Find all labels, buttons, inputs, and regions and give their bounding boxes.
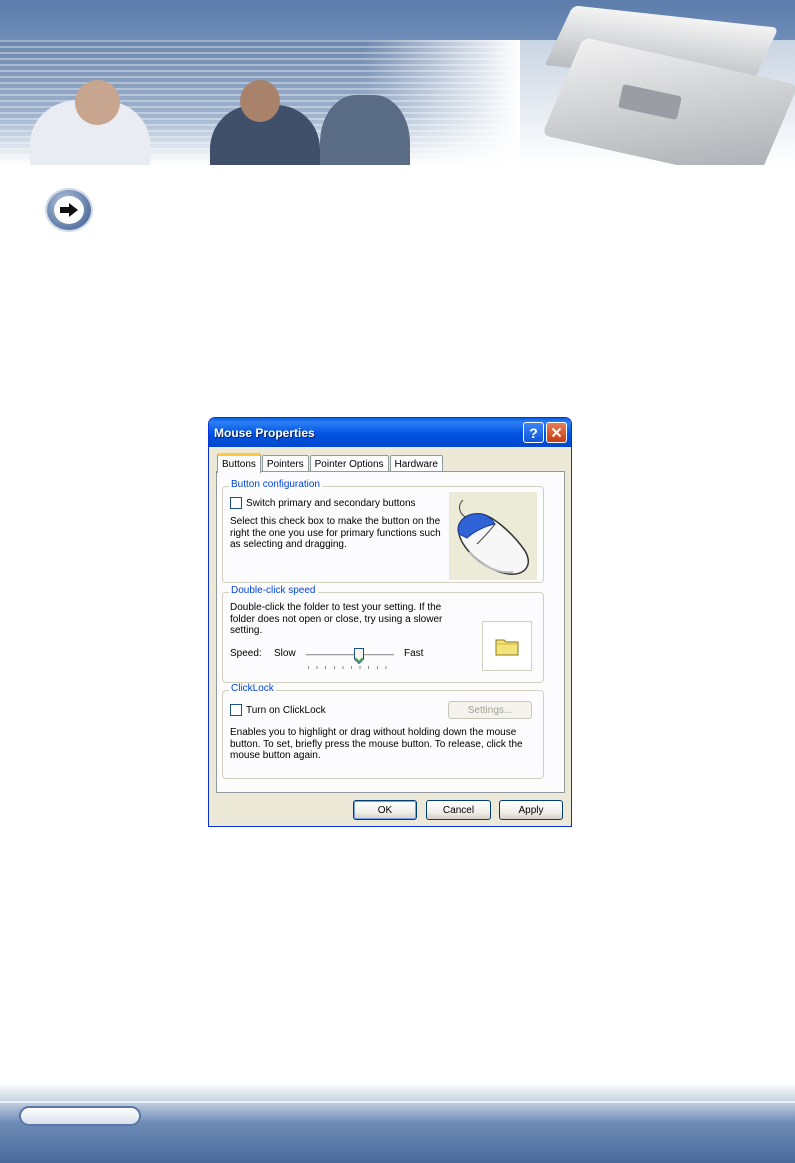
tab-pointer-options[interactable]: Pointer Options <box>309 455 389 472</box>
arrow-bullet-inner <box>54 196 84 224</box>
checkbox-label: Switch primary and secondary buttons <box>246 497 416 509</box>
switch-buttons-checkbox-row[interactable]: Switch primary and secondary buttons <box>230 497 416 509</box>
folder-icon[interactable] <box>495 637 519 656</box>
mouse-illustration <box>449 492 537 580</box>
mouse-icon <box>457 499 529 575</box>
cancel-button[interactable]: Cancel <box>426 800 491 820</box>
arrow-bullet-icon <box>45 188 93 232</box>
apply-button[interactable]: Apply <box>499 800 563 820</box>
description-line: mouse button again. <box>230 750 321 761</box>
footer-pill-decoration <box>19 1106 141 1126</box>
clicklock-checkbox[interactable] <box>230 704 242 716</box>
description-line: as selecting and dragging. <box>230 539 347 550</box>
fast-label: Fast <box>404 648 424 659</box>
tab-strip: Buttons Pointers Pointer Options Hardwar… <box>217 452 444 473</box>
speed-slider-thumb[interactable] <box>353 648 364 664</box>
test-folder-area[interactable] <box>482 621 532 671</box>
tab-buttons[interactable]: Buttons <box>217 453 261 473</box>
settings-button[interactable]: Settings... <box>448 701 532 719</box>
person-figure <box>320 95 410 165</box>
help-icon: ? <box>529 424 538 441</box>
double-click-speed-group: Double-click speed Double-click the fold… <box>222 585 544 683</box>
page-header-banner <box>0 0 795 165</box>
clicklock-description: Enables you to highlight or drag without… <box>230 727 540 762</box>
footer-highlight-line <box>0 1101 795 1103</box>
button-configuration-group: Button configuration Switch primary and … <box>222 479 544 583</box>
description-line: button. To set, briefly press the mouse … <box>230 738 523 750</box>
tab-hardware[interactable]: Hardware <box>389 455 443 472</box>
group-title: ClickLock <box>229 683 276 694</box>
dialog-title: Mouse Properties <box>214 425 315 440</box>
ok-button[interactable]: OK <box>353 800 417 820</box>
description-line: right the one you use for primary functi… <box>230 527 441 539</box>
laptop-image <box>541 5 795 165</box>
person-figure <box>75 80 120 125</box>
group-title: Button configuration <box>229 479 322 490</box>
button-configuration-description: Select this check box to make the button… <box>230 516 445 551</box>
speed-slider-ticks <box>308 666 394 669</box>
description-line: Double-click the folder to test your set… <box>230 602 442 613</box>
tab-pointers[interactable]: Pointers <box>261 455 309 472</box>
description-line: setting. <box>230 625 263 636</box>
arrow-right-icon <box>60 203 78 217</box>
mouse-properties-dialog: Mouse Properties ? Buttons Pointers Poin… <box>208 417 572 827</box>
page-footer-band <box>0 1083 795 1163</box>
description-line: folder does not open or close, try using… <box>230 613 443 625</box>
clicklock-group: ClickLock Turn on ClickLock Settings... … <box>222 683 544 779</box>
office-people-photo <box>0 40 520 165</box>
slow-label: Slow <box>274 648 296 659</box>
description-line: Select this check box to make the button… <box>230 516 441 527</box>
help-button[interactable]: ? <box>523 422 544 443</box>
double-click-description: Double-click the folder to test your set… <box>230 602 470 637</box>
group-title: Double-click speed <box>229 585 318 596</box>
clicklock-checkbox-row[interactable]: Turn on ClickLock <box>230 704 326 716</box>
description-line: Enables you to highlight or drag without… <box>230 727 517 738</box>
close-icon <box>551 427 562 438</box>
double-click-speed-slider-area: Speed: Slow Fast <box>230 646 430 674</box>
dialog-titlebar[interactable]: Mouse Properties ? <box>209 418 571 447</box>
switch-buttons-checkbox[interactable] <box>230 497 242 509</box>
person-figure <box>240 80 280 122</box>
close-button[interactable] <box>546 422 567 443</box>
speed-label: Speed: <box>230 648 262 659</box>
speed-slider-track[interactable] <box>306 654 394 657</box>
checkbox-label: Turn on ClickLock <box>246 704 326 716</box>
